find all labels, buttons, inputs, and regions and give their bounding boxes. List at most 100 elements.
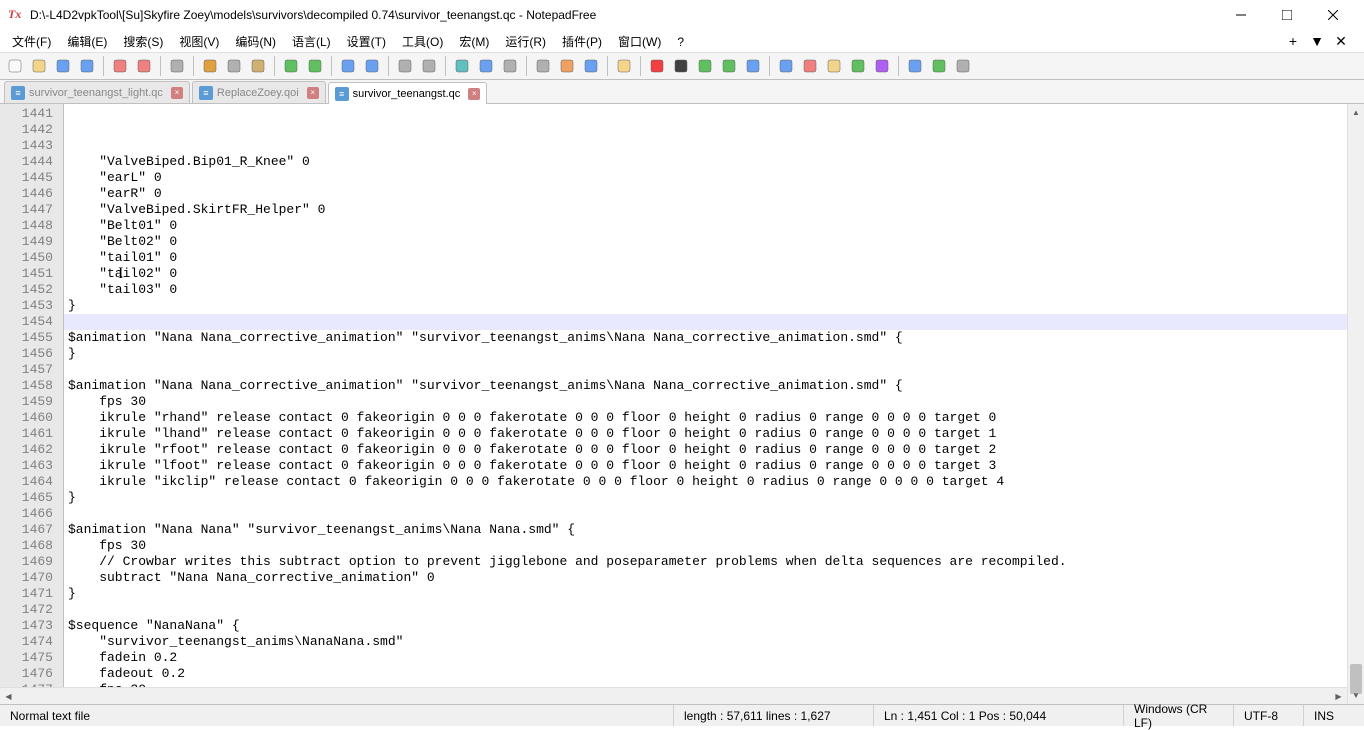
copy-button[interactable] [223,55,245,77]
code-line[interactable]: fps 30 [64,394,1347,410]
menu-item[interactable]: 编辑(E) [59,33,115,51]
record-button[interactable] [646,55,668,77]
zoom-in-button[interactable] [394,55,416,77]
code-line[interactable]: } [64,490,1347,506]
menu-item[interactable]: 运行(R) [497,33,554,51]
save-button[interactable] [52,55,74,77]
maximize-button[interactable] [1264,0,1310,30]
file-tab[interactable]: ≡survivor_teenangst.qc× [328,82,488,104]
close-all-button[interactable] [133,55,155,77]
close-tab-button[interactable]: ✕ [1332,32,1350,50]
print-button[interactable] [166,55,188,77]
code-line[interactable]: ikrule "lhand" release contact 0 fakeori… [64,426,1347,442]
play-button[interactable] [694,55,716,77]
file-tab[interactable]: ≡survivor_teenangst_light.qc× [4,81,190,103]
scroll-up-arrow[interactable]: ▲ [1348,104,1364,121]
code-line[interactable]: fadeout 0.2 [64,666,1347,682]
lang-button[interactable] [556,55,578,77]
list1-button[interactable] [775,55,797,77]
tab-close-icon[interactable]: × [171,87,183,99]
doclist-button[interactable] [952,55,974,77]
menu-item[interactable]: ? [669,33,692,51]
show-all-button[interactable] [499,55,521,77]
code-line[interactable]: "ValveBiped.Bip01_R_Knee" 0 [64,154,1347,170]
folder-button[interactable] [613,55,635,77]
list3-button[interactable] [823,55,845,77]
code-line[interactable]: "earR" 0 [64,186,1347,202]
open-file-button[interactable] [28,55,50,77]
tab-close-icon[interactable]: × [307,87,319,99]
code-line[interactable]: ikrule "rhand" release contact 0 fakeori… [64,410,1347,426]
menu-item[interactable]: 语言(L) [284,33,339,51]
code-line[interactable]: "earL" 0 [64,170,1347,186]
new-file-button[interactable] [4,55,26,77]
code-line[interactable]: $animation "Nana Nana" "survivor_teenang… [64,522,1347,538]
find-button[interactable] [337,55,359,77]
zoom-out-button[interactable] [418,55,440,77]
tab-close-icon[interactable]: × [468,88,480,100]
save-all-button[interactable] [76,55,98,77]
code-line[interactable]: } [64,346,1347,362]
scroll-right-arrow[interactable]: ▶ [1330,688,1347,705]
func1-button[interactable] [847,55,869,77]
compare-button[interactable] [904,55,926,77]
code-line[interactable]: "tail01" 0 [64,250,1347,266]
redo-button[interactable] [304,55,326,77]
func2-button[interactable] [871,55,893,77]
close-button[interactable] [109,55,131,77]
code-line[interactable] [64,314,1347,330]
status-eol[interactable]: Windows (CR LF) [1124,705,1234,726]
code-line[interactable]: $sequence "NanaNana" { [64,618,1347,634]
scroll-left-arrow[interactable]: ◀ [0,688,17,705]
code-line[interactable] [64,362,1347,378]
play-fast-button[interactable] [718,55,740,77]
code-line[interactable] [64,506,1347,522]
code-line[interactable]: "Belt01" 0 [64,218,1347,234]
save-macro-button[interactable] [742,55,764,77]
code-line[interactable]: ikrule "lfoot" release contact 0 fakeori… [64,458,1347,474]
code-line[interactable]: $animation "Nana Nana_corrective_animati… [64,378,1347,394]
cut-button[interactable] [199,55,221,77]
add-tab-button[interactable]: + [1284,32,1302,50]
code-line[interactable] [64,602,1347,618]
paste-button[interactable] [247,55,269,77]
code-line[interactable]: "survivor_teenangst_anims\NanaNana.smd" [64,634,1347,650]
code-line[interactable]: "tail03" 0 [64,282,1347,298]
code-line[interactable]: $animation "Nana Nana_corrective_animati… [64,330,1347,346]
vertical-scrollbar[interactable]: ▲ ▼ [1347,104,1364,704]
spell-button[interactable] [928,55,950,77]
tab-dropdown-button[interactable]: ▼ [1308,32,1326,50]
code-line[interactable]: ikrule "rfoot" release contact 0 fakeori… [64,442,1347,458]
code-line[interactable]: fadein 0.2 [64,650,1347,666]
menu-item[interactable]: 搜索(S) [115,33,171,51]
code-line[interactable]: ikrule "ikclip" release contact 0 fakeor… [64,474,1347,490]
stop-button[interactable] [670,55,692,77]
code-line[interactable]: "tail02" 0 [64,266,1347,282]
menu-item[interactable]: 插件(P) [554,33,610,51]
code-line[interactable]: "Belt02" 0 [64,234,1347,250]
code-line[interactable]: } [64,298,1347,314]
replace-button[interactable] [361,55,383,77]
menu-item[interactable]: 文件(F) [4,33,59,51]
menu-item[interactable]: 编码(N) [227,33,284,51]
word-wrap-button[interactable] [475,55,497,77]
close-button[interactable] [1310,0,1356,30]
menu-item[interactable]: 宏(M) [451,33,497,51]
code-line[interactable]: } [64,586,1347,602]
code-editor[interactable]: I "ValveBiped.Bip01_R_Knee" 0 "earL" 0 "… [64,104,1347,704]
menu-item[interactable]: 视图(V) [171,33,227,51]
code-line[interactable]: "ValveBiped.SkirtFR_Helper" 0 [64,202,1347,218]
sync-button[interactable] [451,55,473,77]
code-line[interactable]: // Crowbar writes this subtract option t… [64,554,1347,570]
menu-item[interactable]: 窗口(W) [610,33,669,51]
menu-item[interactable]: 工具(O) [394,33,451,51]
scroll-down-arrow[interactable]: ▼ [1348,687,1364,704]
monitor-button[interactable] [580,55,602,77]
status-insert-mode[interactable]: INS [1304,705,1364,726]
code-line[interactable]: fps 30 [64,538,1347,554]
menu-item[interactable]: 设置(T) [339,33,394,51]
undo-button[interactable] [280,55,302,77]
indent-guide-button[interactable] [532,55,554,77]
minimize-button[interactable] [1218,0,1264,30]
file-tab[interactable]: ≡ReplaceZoey.qoi× [192,81,326,103]
